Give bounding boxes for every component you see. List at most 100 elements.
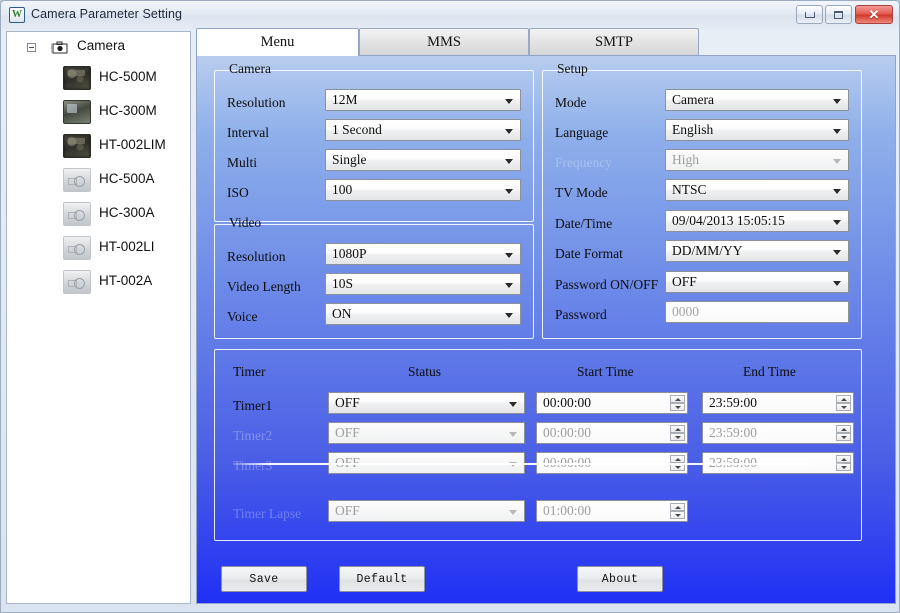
dropdown-setup-datetime[interactable]: 09/04/2013 15:05:15 (665, 210, 849, 232)
collapse-toggle-icon[interactable] (27, 43, 36, 52)
tree-item-label: HT-002LI (99, 239, 155, 254)
application-window: W Camera Parameter Setting ✕ Camera HC-5… (0, 0, 900, 613)
dropdown-value: OFF (672, 274, 697, 289)
spinner-timer1-start[interactable] (670, 395, 685, 411)
app-w-icon: W (9, 7, 25, 23)
spinner-down-icon (836, 433, 851, 441)
spinner-up-icon (670, 425, 685, 433)
label-setup-mode: Mode (555, 95, 587, 110)
group-setup-legend: Setup (557, 61, 588, 76)
group-camera-legend: Camera (229, 61, 271, 76)
label-camera-resolution: Resolution (227, 95, 286, 110)
dropdown-setup-language[interactable]: English (665, 119, 849, 141)
camera-thumb-icon (63, 66, 91, 90)
dropdown-camera-multi[interactable]: Single (325, 149, 521, 171)
tree-item-5[interactable]: HT-002LI (7, 232, 190, 266)
group-video-legend: Video (229, 215, 262, 230)
dropdown-setup-mode[interactable]: Camera (665, 89, 849, 111)
group-setup: Setup Mode Camera Language English Frequ… (542, 62, 862, 339)
spinner-up-icon[interactable] (670, 395, 685, 403)
dropdown-camera-resolution[interactable]: 12M (325, 89, 521, 111)
tree-item-0[interactable]: HC-500M (7, 62, 190, 96)
tab-menu[interactable]: Menu (196, 28, 359, 56)
group-video: Video Resolution 1080P Video Length 10S … (214, 216, 534, 339)
dropdown-value: High (672, 152, 699, 167)
dropdown-setup-password-onoff[interactable]: OFF (665, 271, 849, 293)
tree-item-label: HC-300A (99, 205, 155, 220)
spinner-down-icon[interactable] (670, 403, 685, 411)
camera-thumb-icon (63, 100, 91, 124)
chevron-down-icon (833, 189, 841, 194)
dropdown-value: 1080P (332, 246, 367, 261)
dropdown-video-resolution[interactable]: 1080P (325, 243, 521, 265)
dropdown-camera-iso[interactable]: 100 (325, 179, 521, 201)
dropdown-setup-tv-mode[interactable]: NTSC (665, 179, 849, 201)
chevron-down-icon (509, 432, 517, 437)
label-camera-iso: ISO (227, 185, 249, 200)
dropdown-value: OFF (335, 503, 360, 518)
group-timer: Timer Status Start Time End Time Timer1 … (214, 349, 862, 541)
dropdown-video-length[interactable]: 10S (325, 273, 521, 295)
timer-header-timer: Timer (233, 364, 266, 379)
chevron-down-icon (833, 99, 841, 104)
tree-item-1[interactable]: HC-300M (7, 96, 190, 130)
spinner-down-icon (670, 511, 685, 519)
spinner-up-icon (670, 455, 685, 463)
tree-item-3[interactable]: HC-500A (7, 164, 190, 198)
timer-header-start-time: Start Time (577, 364, 634, 379)
dropdown-value: 12M (332, 92, 358, 107)
tree-item-2[interactable]: HT-002LIM (7, 130, 190, 164)
default-button[interactable]: Default (339, 566, 425, 592)
label-video-voice: Voice (227, 309, 258, 324)
about-button[interactable]: About (577, 566, 663, 592)
spinner-up-icon[interactable] (836, 395, 851, 403)
camera-thumb-icon (63, 134, 91, 158)
chevron-down-icon (505, 189, 513, 194)
tree-item-label: HC-500A (99, 171, 155, 186)
dropdown-value: English (672, 122, 714, 137)
dropdown-value: OFF (335, 395, 360, 410)
tree-item-label: HC-300M (99, 103, 157, 118)
input-timer1-end[interactable]: 23:59:00 (702, 392, 854, 414)
camera-thumb-icon (63, 270, 91, 294)
password-input-value: 0000 (672, 304, 699, 319)
label-setup-tv-mode: TV Mode (555, 185, 608, 200)
input-timer1-start[interactable]: 00:00:00 (536, 392, 688, 414)
time-value: 01:00:00 (543, 503, 592, 518)
chevron-down-icon (505, 129, 513, 134)
spinner-down-icon (670, 433, 685, 441)
label-video-length: Video Length (227, 279, 301, 294)
minimize-button[interactable] (796, 5, 823, 24)
title-bar: W Camera Parameter Setting ✕ (1, 1, 899, 30)
dropdown-value: OFF (335, 425, 360, 440)
tab-mms[interactable]: MMS (359, 28, 529, 55)
dropdown-value: Camera (672, 92, 714, 107)
dropdown-value: NTSC (672, 182, 707, 197)
save-button[interactable]: Save (221, 566, 307, 592)
label-video-resolution: Resolution (227, 249, 286, 264)
close-button[interactable]: ✕ (855, 5, 893, 24)
maximize-button[interactable] (825, 5, 852, 24)
label-camera-multi: Multi (227, 155, 258, 170)
group-camera: Camera Resolution 12M Interval 1 Second … (214, 62, 534, 222)
password-input[interactable]: 0000 (665, 301, 849, 323)
dropdown-setup-date-format[interactable]: DD/MM/YY (665, 240, 849, 262)
label-setup-datetime: Date/Time (555, 216, 613, 231)
camera-tree-sidebar[interactable]: Camera HC-500M HC-300M HT-002LIM HC-500A… (6, 31, 191, 604)
spinner-timer-lapse (670, 503, 685, 519)
dropdown-video-voice[interactable]: ON (325, 303, 521, 325)
dropdown-camera-interval[interactable]: 1 Second (325, 119, 521, 141)
chevron-down-icon (505, 283, 513, 288)
tree-root-camera[interactable]: Camera (7, 32, 190, 62)
tab-smtp[interactable]: SMTP (529, 28, 699, 55)
spinner-down-icon[interactable] (836, 403, 851, 411)
timer-separator (233, 463, 843, 465)
tree-item-6[interactable]: HT-002A (7, 266, 190, 300)
tree-item-label: HT-002A (99, 273, 153, 288)
chevron-down-icon (833, 129, 841, 134)
tree-root-label: Camera (77, 38, 126, 53)
time-value: 23:59:00 (709, 395, 758, 410)
tree-item-4[interactable]: HC-300A (7, 198, 190, 232)
spinner-timer1-end[interactable] (836, 395, 851, 411)
dropdown-timer1-status[interactable]: OFF (328, 392, 525, 414)
